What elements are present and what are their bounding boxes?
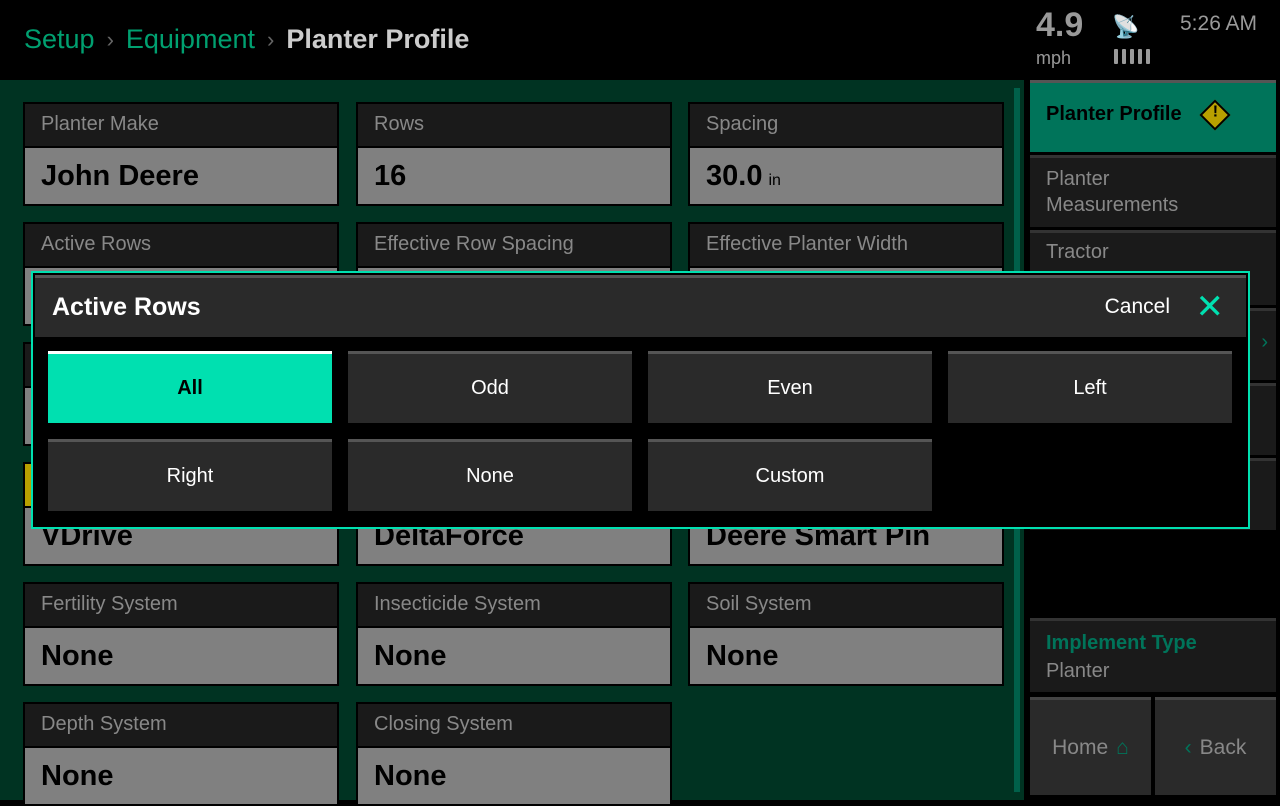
home-label: Home xyxy=(1052,735,1109,759)
sidebar-item-planter-measurements[interactable]: Planter Measurements xyxy=(1030,155,1276,227)
close-icon[interactable]: ✕ xyxy=(1196,290,1225,324)
speed-unit: mph xyxy=(1036,48,1072,68)
field-card[interactable]: Spacing 30.0 in xyxy=(688,102,1004,206)
field-value: John Deere xyxy=(25,146,337,204)
implement-type-value: Planter xyxy=(1046,660,1110,682)
field-card[interactable]: Depth System None xyxy=(23,702,339,806)
sidebar-item-label: Tractor xyxy=(1046,241,1109,263)
field-label: Insecticide System xyxy=(358,584,670,626)
field-card[interactable]: Insecticide System None xyxy=(356,582,672,686)
option-custom-button[interactable]: Custom xyxy=(648,439,932,511)
field-unit: in xyxy=(768,172,781,189)
field-label: Rows xyxy=(358,104,670,146)
field-value: None xyxy=(25,626,337,684)
home-button[interactable]: Home ⌂ xyxy=(1030,697,1151,795)
field-value-text: None xyxy=(374,640,447,672)
field-label: Planter Make xyxy=(25,104,337,146)
field-value-text: None xyxy=(41,640,114,672)
option-none-button[interactable]: None xyxy=(348,439,632,511)
field-value-text: John Deere xyxy=(41,160,199,192)
field-label: Effective Row Spacing xyxy=(358,224,670,266)
field-value: None xyxy=(25,746,337,804)
field-label: Effective Planter Width xyxy=(690,224,1002,266)
active-rows-dialog: Active Rows Cancel ✕ All Odd Even Left Right… xyxy=(31,271,1250,529)
home-icon: ⌂ xyxy=(1116,735,1129,759)
clock: 5:26 AM xyxy=(1180,12,1258,35)
sidebar-item-planter-profile[interactable]: Planter Profile! xyxy=(1030,80,1276,152)
chevron-right-icon: › xyxy=(266,26,275,52)
back-button[interactable]: ‹ Back xyxy=(1155,697,1276,795)
field-label: Fertility System xyxy=(25,584,337,626)
field-value: 16 xyxy=(358,146,670,204)
chevron-left-icon: ‹ xyxy=(1184,735,1192,759)
option-right-button[interactable]: Right xyxy=(48,439,332,511)
breadcrumb: Setup › Equipment › Planter Profile xyxy=(24,24,469,55)
field-card[interactable]: Soil System None xyxy=(688,582,1004,686)
field-value-text: None xyxy=(374,760,447,792)
cancel-button[interactable]: Cancel xyxy=(1105,295,1170,319)
field-value-text: None xyxy=(41,760,114,792)
sidebar-item-label: Planter Profile xyxy=(1046,103,1182,125)
option-odd-button[interactable]: Odd xyxy=(348,351,632,423)
breadcrumb-setup[interactable]: Setup xyxy=(24,24,95,55)
implement-type-label: Implement Type xyxy=(1046,632,1197,654)
option-even-button[interactable]: Even xyxy=(648,351,932,423)
field-card[interactable]: Rows 16 xyxy=(356,102,672,206)
top-bar: Setup › Equipment › Planter Profile 4.9 … xyxy=(0,0,1280,80)
option-left-button[interactable]: Left xyxy=(948,351,1232,423)
field-label: Active Rows xyxy=(25,224,337,266)
field-value: None xyxy=(358,746,670,804)
field-label: Closing System xyxy=(358,704,670,746)
field-value-text: 30.0 xyxy=(706,160,763,192)
field-value-text: 16 xyxy=(374,160,407,192)
field-value: 30.0 in xyxy=(690,146,1002,204)
breadcrumb-equipment[interactable]: Equipment xyxy=(126,24,255,55)
warning-icon: ! xyxy=(1199,99,1231,131)
field-value: None xyxy=(690,626,1002,684)
field-label: Soil System xyxy=(690,584,1002,626)
option-all-button[interactable]: All xyxy=(48,351,332,423)
speed-value: 4.9 xyxy=(1036,6,1084,44)
field-card[interactable]: Closing System None xyxy=(356,702,672,806)
dialog-title: Active Rows xyxy=(52,293,201,321)
chevron-right-icon: › xyxy=(1261,331,1268,353)
field-label: Depth System xyxy=(25,704,337,746)
chevron-right-icon: › xyxy=(106,26,114,52)
field-label: Spacing xyxy=(690,104,1002,146)
field-value-text: None xyxy=(706,640,779,672)
implement-type: Implement Type Planter xyxy=(1030,618,1276,692)
signal-bars-icon xyxy=(1114,49,1150,64)
field-value: None xyxy=(358,626,670,684)
page-title: Planter Profile xyxy=(286,24,470,54)
dialog-header: Active Rows Cancel ✕ xyxy=(35,275,1246,337)
field-card[interactable]: Planter Make John Deere xyxy=(23,102,339,206)
satellite-icon: 📡 xyxy=(1112,14,1140,39)
back-label: Back xyxy=(1199,735,1247,759)
sidebar-item-label: Planter Measurements xyxy=(1046,168,1179,216)
field-card[interactable]: Fertility System None xyxy=(23,582,339,686)
